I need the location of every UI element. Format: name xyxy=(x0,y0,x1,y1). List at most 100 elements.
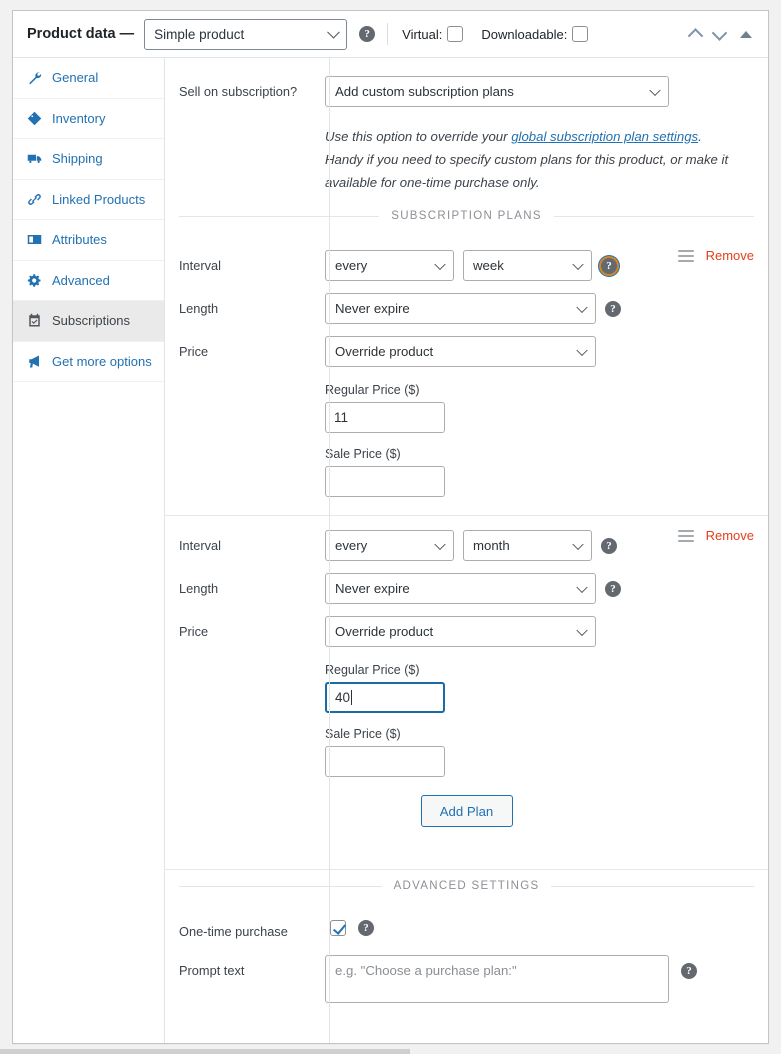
help-icon[interactable]: ? xyxy=(601,258,617,275)
help-icon[interactable]: ? xyxy=(359,26,376,42)
advanced-settings-heading: ADVANCED SETTINGS xyxy=(393,880,540,893)
virtual-label: Virtual: xyxy=(402,26,443,42)
interval-every-value: every xyxy=(335,538,368,554)
interval-label: Interval xyxy=(179,258,221,274)
help-icon[interactable]: ? xyxy=(358,920,374,937)
length-select[interactable]: Never expire xyxy=(325,573,596,605)
length-select[interactable]: Never expire xyxy=(325,293,596,325)
help-icon[interactable]: ? xyxy=(605,301,621,318)
chevron-down-icon xyxy=(576,624,588,636)
divider-line-left xyxy=(179,885,382,887)
wrench-icon xyxy=(27,70,42,85)
sidebar-item-get-more-options[interactable]: Get more options xyxy=(13,342,164,382)
sidebar-item-advanced[interactable]: Advanced xyxy=(13,261,164,301)
global-subscription-plan-settings-link[interactable]: global subscription plan settings xyxy=(511,129,698,144)
downloadable-label: Downloadable: xyxy=(481,26,568,42)
remove-plan-link[interactable]: Remove xyxy=(706,248,754,263)
sidebar-item-linked-products[interactable]: Linked Products xyxy=(13,180,164,220)
plan-actions: Remove xyxy=(677,528,754,543)
virtual-checkbox-row[interactable]: Virtual: xyxy=(402,26,464,42)
interval-period-select[interactable]: month xyxy=(463,530,592,562)
chevron-down-icon xyxy=(434,258,446,270)
product-data-tabs: General Inventory Shipping Linked Produc… xyxy=(13,58,165,1043)
sale-price-group: Sale Price ($) xyxy=(311,727,768,778)
sidebar-item-label: Get more options xyxy=(52,353,152,369)
sidebar-item-subscriptions[interactable]: Subscriptions xyxy=(13,301,164,342)
product-type-select[interactable]: Simple product xyxy=(144,18,348,50)
interval-every-select[interactable]: every xyxy=(325,250,454,282)
sidebar-item-label: Linked Products xyxy=(52,191,146,207)
sidebar-item-attributes[interactable]: Attributes xyxy=(13,220,164,261)
subscription-plans-heading: SUBSCRIPTION PLANS xyxy=(391,210,542,223)
advanced-settings-divider: ADVANCED SETTINGS xyxy=(165,870,768,906)
sidebar-item-label: Shipping xyxy=(52,151,103,167)
text-cursor xyxy=(351,690,353,706)
regular-price-input[interactable]: 11 xyxy=(325,402,445,434)
chevron-down-icon xyxy=(434,538,446,550)
horizontal-scrollbar[interactable] xyxy=(0,1049,410,1054)
subscription-plan-row: Remove Interval every week ? Length Neve… xyxy=(165,236,768,517)
chevron-up-icon[interactable] xyxy=(687,27,704,44)
length-label: Length xyxy=(179,581,219,597)
help-icon[interactable]: ? xyxy=(601,538,617,555)
price-mode-select[interactable]: Override product xyxy=(325,336,596,368)
remove-plan-link[interactable]: Remove xyxy=(706,528,754,543)
chevron-down-icon xyxy=(572,258,584,270)
interval-period-value: week xyxy=(473,258,504,274)
price-label: Price xyxy=(179,344,209,360)
divider-line-right xyxy=(551,885,755,887)
price-mode-select[interactable]: Override product xyxy=(325,616,596,648)
prompt-text-textarea[interactable]: e.g. "Choose a purchase plan:" xyxy=(325,955,669,1004)
product-data-screen: Product data — Simple product ? Virtual:… xyxy=(0,0,781,1054)
price-mode-value: Override product xyxy=(335,624,434,640)
regular-price-value: 11 xyxy=(334,410,349,426)
interval-label: Interval xyxy=(179,538,221,554)
page-title: Product data — xyxy=(27,26,135,42)
interval-every-select[interactable]: every xyxy=(325,530,454,562)
sell-on-subscription-select[interactable]: Add custom subscription plans xyxy=(325,76,669,107)
interval-period-select[interactable]: week xyxy=(463,250,592,282)
sale-price-input[interactable] xyxy=(325,746,445,778)
length-row: Length Never expire ? xyxy=(165,573,768,605)
prompt-text-label: Prompt text xyxy=(179,963,245,979)
sell-on-subscription-value: Add custom subscription plans xyxy=(335,84,514,99)
sell-on-subscription-label: Sell on subscription? xyxy=(179,84,298,99)
length-value: Never expire xyxy=(335,301,410,317)
regular-price-value: 40 xyxy=(335,690,351,706)
chevron-down-icon xyxy=(649,84,661,96)
calendar-check-icon xyxy=(27,313,42,328)
length-value: Never expire xyxy=(335,581,410,597)
chevron-down-icon xyxy=(576,301,588,313)
divider-line-right xyxy=(553,215,755,217)
panel-header: Product data — Simple product ? Virtual:… xyxy=(13,11,768,58)
one-time-purchase-row: One-time purchase ? xyxy=(165,916,768,941)
subscription-plan-row: Remove Interval every month ? Length Nev… xyxy=(165,516,768,871)
drag-handle-icon[interactable] xyxy=(677,529,694,542)
triangle-up-icon[interactable] xyxy=(740,30,752,38)
regular-price-input[interactable]: 40 xyxy=(325,682,445,714)
add-plan-button[interactable]: Add Plan xyxy=(420,795,513,828)
sidebar-item-general[interactable]: General xyxy=(13,58,164,99)
sidebar-item-label: Attributes xyxy=(52,232,107,248)
sale-price-label: Sale Price ($) xyxy=(325,447,401,462)
virtual-checkbox[interactable] xyxy=(447,26,464,42)
one-time-purchase-checkbox[interactable] xyxy=(330,920,346,937)
subscriptions-panel: Sell on subscription? Add custom subscri… xyxy=(165,58,768,1043)
divider xyxy=(387,23,389,45)
regular-price-label: Regular Price ($) xyxy=(325,383,420,398)
help-icon[interactable]: ? xyxy=(681,963,697,980)
sidebar-item-inventory[interactable]: Inventory xyxy=(13,99,164,139)
downloadable-checkbox[interactable] xyxy=(572,26,589,42)
description-text-before: Use this option to override your xyxy=(325,129,512,144)
sale-price-input[interactable] xyxy=(325,466,445,498)
subscription-plans-divider: SUBSCRIPTION PLANS xyxy=(165,194,768,236)
help-icon[interactable]: ? xyxy=(605,581,621,598)
archive-icon xyxy=(27,111,42,126)
chevron-down-icon[interactable] xyxy=(711,24,728,41)
id-card-icon xyxy=(27,232,42,247)
drag-handle-icon[interactable] xyxy=(677,249,694,262)
sidebar-item-label: Subscriptions xyxy=(52,313,131,329)
sidebar-item-shipping[interactable]: Shipping xyxy=(13,139,164,180)
downloadable-checkbox-row[interactable]: Downloadable: xyxy=(481,26,589,42)
regular-price-group: Regular Price ($) 40 xyxy=(311,663,768,714)
